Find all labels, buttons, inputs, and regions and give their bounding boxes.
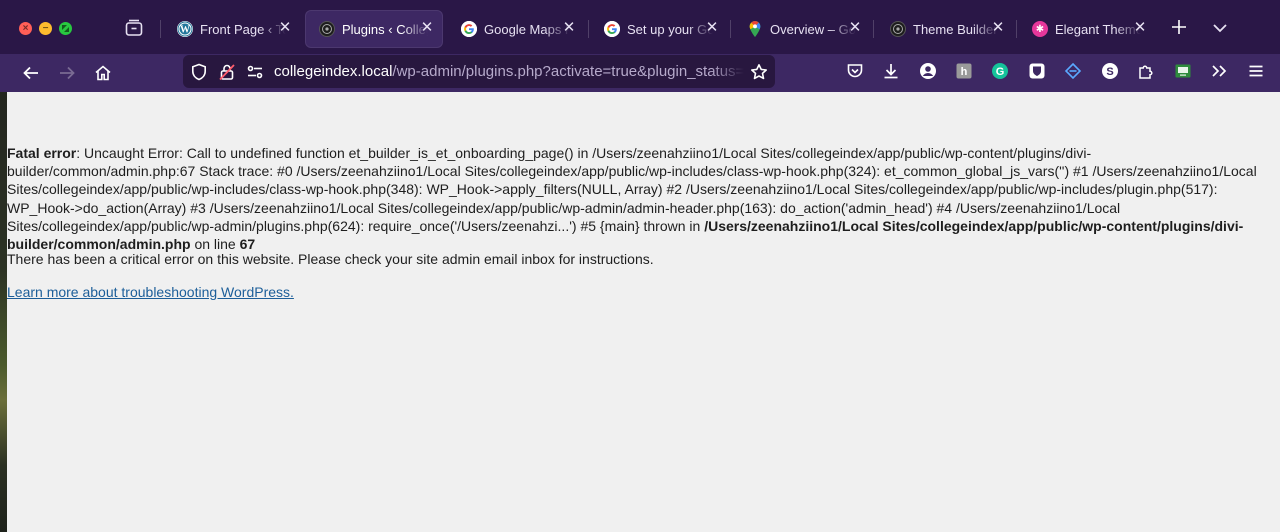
url-path: /wp-admin/plugins.php?activate=true&plug… xyxy=(392,63,744,80)
bitwarden-shield-icon xyxy=(1029,63,1045,79)
theme-icon xyxy=(319,21,335,37)
tab-label: Google Maps Pla xyxy=(484,21,570,37)
fatal-error-label: Fatal error xyxy=(7,145,77,161)
close-tab-icon[interactable]: ✕ xyxy=(704,20,720,36)
diamond-extension-button[interactable] xyxy=(1063,61,1083,81)
tab-label: Front Page ‹ Temp xyxy=(200,21,286,37)
svg-text:h: h xyxy=(961,66,968,78)
home-button[interactable] xyxy=(91,61,115,85)
double-chevron-right-icon xyxy=(1212,65,1227,77)
navigation-bar: collegeindex.local/wp-admin/plugins.php?… xyxy=(0,54,1280,92)
h-extension-icon: h xyxy=(956,63,972,79)
fullscreen-icon xyxy=(62,25,69,32)
tab-label: Plugins ‹ College xyxy=(342,21,428,37)
arrow-right-icon xyxy=(60,66,75,80)
tab-manager-icon xyxy=(125,19,143,36)
google-icon xyxy=(604,21,620,37)
tab-separator xyxy=(588,20,589,38)
puzzle-piece-icon xyxy=(1139,65,1153,79)
application-menu-button[interactable] xyxy=(1246,61,1266,81)
bookmark-star-icon[interactable] xyxy=(749,62,769,82)
screen-extension-icon xyxy=(1175,64,1191,78)
pocket-icon xyxy=(847,64,863,78)
back-button[interactable] xyxy=(19,61,43,85)
tab-front-page[interactable]: W Front Page ‹ Temp ✕ xyxy=(163,10,301,48)
extensions-button[interactable] xyxy=(1136,61,1156,81)
pocket-button[interactable] xyxy=(845,61,865,81)
list-all-tabs-button[interactable] xyxy=(1210,18,1230,38)
diamond-icon xyxy=(1064,62,1082,80)
tab-google-maps-platform[interactable]: Google Maps Pla ✕ xyxy=(447,10,585,48)
s-extension-button[interactable]: S xyxy=(1100,61,1120,81)
plus-icon xyxy=(1172,20,1186,34)
tab-separator xyxy=(160,20,161,38)
svg-text:W: W xyxy=(180,25,190,36)
close-tab-icon[interactable]: ✕ xyxy=(847,20,863,36)
download-icon xyxy=(884,64,898,79)
forward-button[interactable] xyxy=(55,61,79,85)
page-content: Fatal error: Uncaught Error: Call to und… xyxy=(7,92,1280,532)
home-icon xyxy=(95,65,111,81)
svg-text:G: G xyxy=(996,66,1005,78)
account-icon xyxy=(920,63,936,79)
account-button[interactable] xyxy=(918,61,938,81)
window-close-button[interactable]: × xyxy=(19,22,32,35)
theme-icon xyxy=(890,21,906,37)
extension-h-button[interactable]: h xyxy=(954,61,974,81)
tab-label: Elegant Themes xyxy=(1055,21,1141,37)
arrow-left-icon xyxy=(23,66,38,80)
chevron-down-icon xyxy=(1213,24,1227,33)
google-icon xyxy=(461,21,477,37)
hamburger-menu-icon xyxy=(1249,65,1263,77)
close-tab-icon[interactable]: ✕ xyxy=(990,20,1006,36)
url-host: collegeindex.local xyxy=(274,63,393,80)
grammarly-button[interactable]: G xyxy=(990,61,1010,81)
critical-error-notice: There has been a critical error on this … xyxy=(7,251,654,267)
tab-separator xyxy=(873,20,874,38)
grammarly-icon: G xyxy=(992,63,1008,79)
tab-separator xyxy=(730,20,731,38)
wordpress-icon: W xyxy=(177,21,193,37)
tab-label: Theme Builder ‹ xyxy=(913,21,999,37)
close-tab-icon[interactable]: ✕ xyxy=(277,20,293,36)
desktop-background-strip xyxy=(0,92,7,532)
close-tab-icon[interactable]: ✕ xyxy=(419,20,435,36)
url-text[interactable]: collegeindex.local/wp-admin/plugins.php?… xyxy=(274,63,744,80)
close-tab-icon[interactable]: ✕ xyxy=(1132,20,1148,36)
tab-overview-google[interactable]: Overview – Goo ✕ xyxy=(733,10,871,48)
svg-text:S: S xyxy=(1106,66,1113,78)
window-minimize-button[interactable]: − xyxy=(39,22,52,35)
learn-more-troubleshooting-link[interactable]: Learn more about troubleshooting WordPre… xyxy=(7,283,294,301)
maps-pin-icon xyxy=(747,21,763,37)
insecure-lock-icon[interactable] xyxy=(217,62,237,82)
bitwarden-button[interactable] xyxy=(1027,61,1047,81)
window-maximize-button[interactable] xyxy=(59,22,72,35)
more-tools-button[interactable] xyxy=(1209,61,1229,81)
tab-label: Set up your Goo xyxy=(627,21,713,37)
s-extension-icon: S xyxy=(1102,63,1118,79)
fatal-error-message: Fatal error: Uncaught Error: Call to und… xyxy=(7,144,1275,253)
tab-separator xyxy=(1016,20,1017,38)
elegant-themes-icon: ✱ xyxy=(1032,21,1048,37)
tab-label: Overview – Goo xyxy=(770,21,856,37)
new-tab-button[interactable] xyxy=(1168,17,1190,39)
site-permissions-icon[interactable] xyxy=(245,62,265,82)
tab-bar: × − W Front Page ‹ Temp ✕ Plugins ‹ Coll… xyxy=(0,0,1280,54)
tab-manager-button[interactable] xyxy=(124,18,144,38)
url-bar[interactable]: collegeindex.local/wp-admin/plugins.php?… xyxy=(183,55,775,88)
tab-plugins[interactable]: Plugins ‹ College ✕ xyxy=(305,10,443,48)
screen-extension-button[interactable] xyxy=(1173,61,1193,81)
tab-set-up-google[interactable]: Set up your Goo ✕ xyxy=(590,10,728,48)
tracking-protection-shield-icon[interactable] xyxy=(189,62,209,82)
downloads-button[interactable] xyxy=(881,61,901,81)
close-tab-icon[interactable]: ✕ xyxy=(561,20,577,36)
tab-elegant-themes[interactable]: ✱ Elegant Themes ✕ xyxy=(1018,10,1156,48)
tab-theme-builder[interactable]: Theme Builder ‹ ✕ xyxy=(876,10,1014,48)
